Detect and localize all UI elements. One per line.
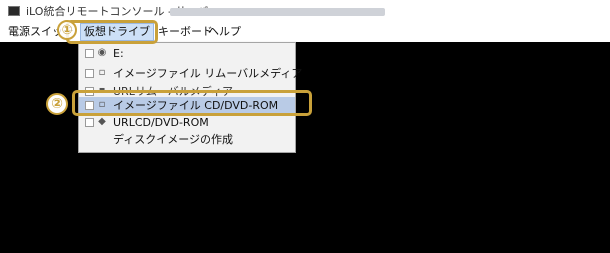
title-bar: iLO統合リモートコンソール - サーバー:	[0, 0, 610, 22]
step-2-badge: ②	[46, 93, 68, 115]
menu-item-label: E:	[113, 47, 124, 60]
drive-icon: ◉	[97, 47, 107, 58]
checkbox[interactable]	[85, 49, 94, 58]
menu-item-create-disk-image[interactable]: ディスクイメージの作成	[79, 131, 295, 148]
checkbox[interactable]	[85, 69, 94, 78]
ilo-app-icon	[8, 6, 20, 16]
menu-item-image-removable[interactable]: ▫ イメージファイル リムーバルメディア	[79, 65, 302, 82]
menu-item-label: URLCD/DVD-ROM	[113, 116, 209, 129]
step-1-badge: ①	[57, 20, 77, 40]
checkbox[interactable]	[85, 118, 94, 127]
redacted-server-name	[170, 8, 385, 16]
url-icon: ◆	[98, 116, 106, 127]
menu-item-label: イメージファイル リムーバルメディア	[113, 67, 303, 80]
file-icon: ▫	[98, 67, 106, 78]
highlight-image-cddvd-item	[72, 90, 312, 116]
menu-help[interactable]: ヘルプ	[206, 24, 243, 40]
menu-item-url-cddvd[interactable]: ◆ URLCD/DVD-ROM	[79, 114, 295, 131]
highlight-virtual-drive-menu	[66, 20, 158, 44]
menu-item-drive-e[interactable]: ◉ E:	[79, 45, 295, 62]
menu-item-label: ディスクイメージの作成	[113, 133, 234, 146]
